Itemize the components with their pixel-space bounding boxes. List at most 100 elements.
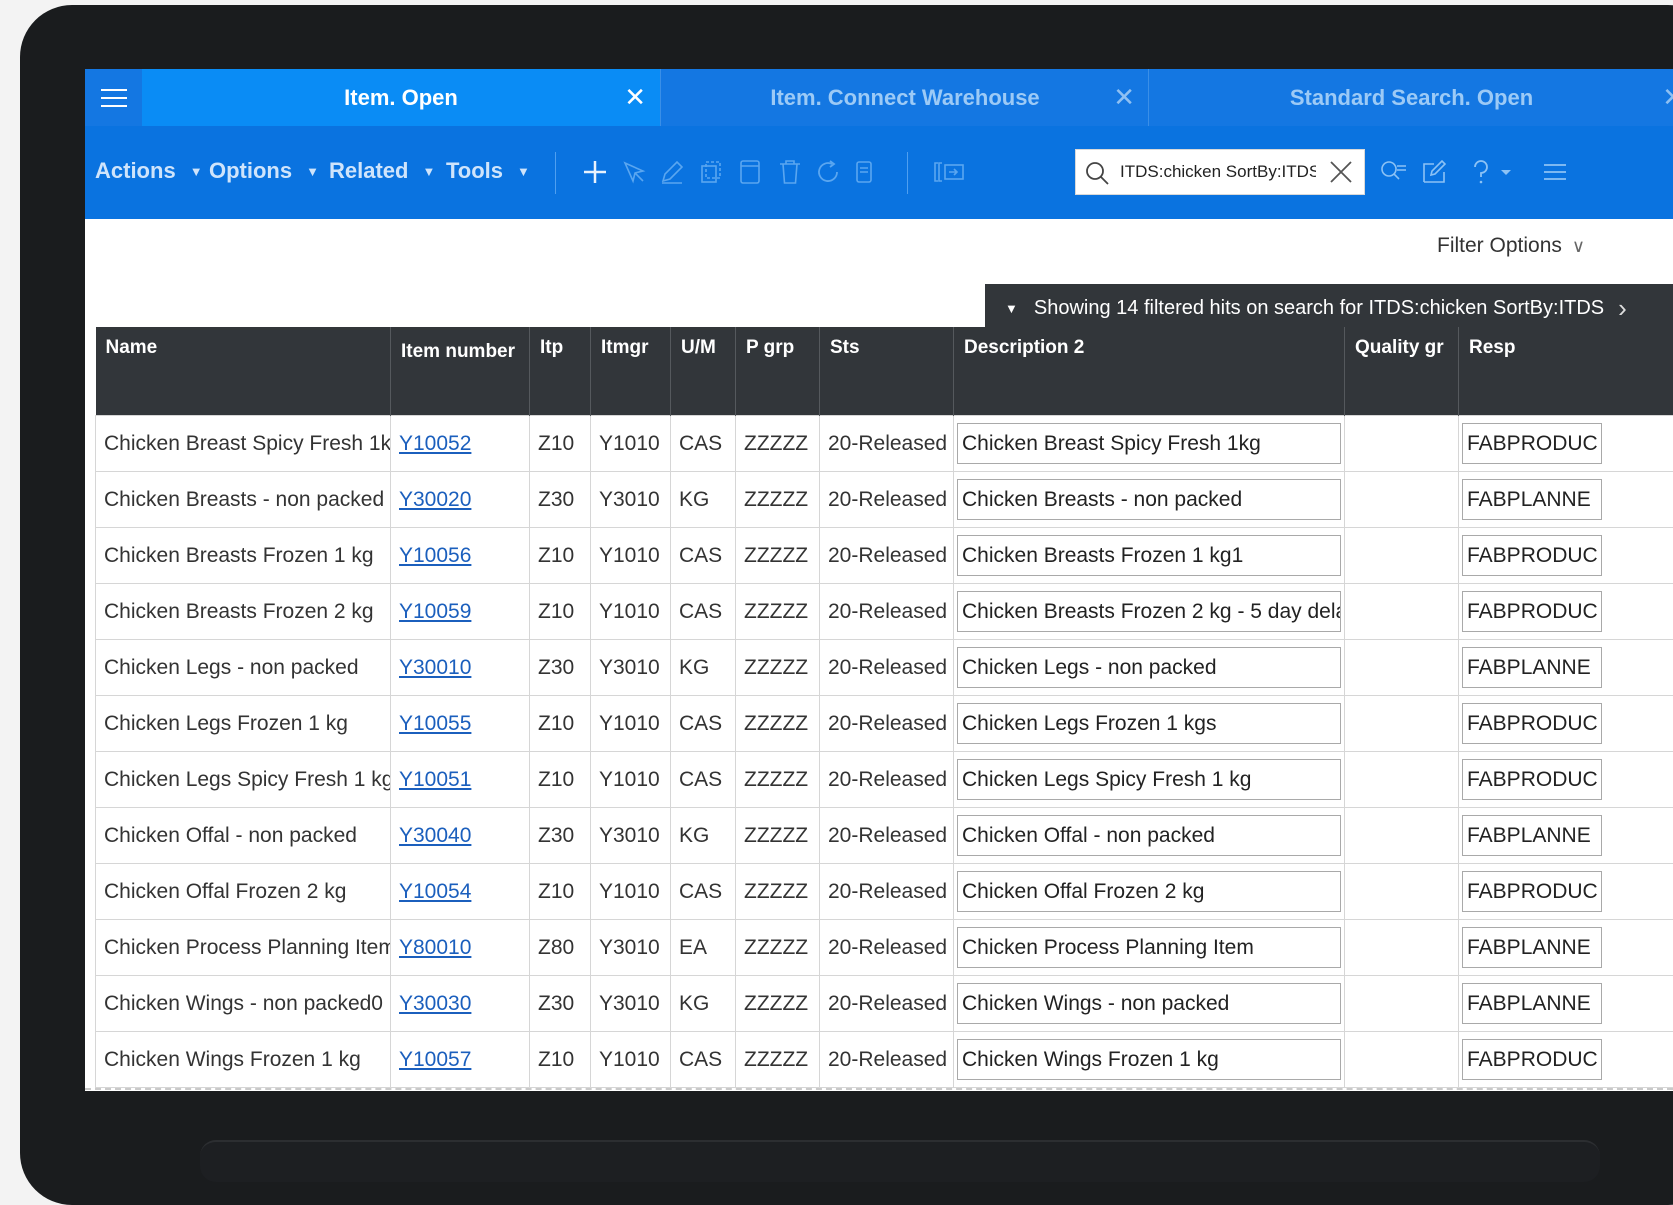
cell-sts[interactable]: 20-Released — [820, 808, 954, 864]
cell-quality-gr[interactable] — [1345, 752, 1459, 808]
table-row[interactable]: Chicken Breast Spicy Fresh 1kg Y10052 Z10Y… — [96, 416, 1673, 472]
description-2-field[interactable]: Chicken Offal - non packed — [957, 815, 1341, 856]
cell-itmgr[interactable]: Y3010 — [591, 920, 671, 976]
cell-sts[interactable]: 20-Released — [820, 976, 954, 1032]
table-row[interactable]: Chicken Legs Frozen 1 kgY10055Z10Y1010CA… — [96, 696, 1673, 752]
cell-pgrp[interactable]: ZZZZZ — [736, 640, 820, 696]
refresh-icon[interactable] — [811, 154, 845, 190]
item-number-link[interactable]: Y10056 — [399, 544, 471, 567]
item-number-link[interactable]: Y10057 — [399, 1048, 471, 1071]
cell-um[interactable]: KG — [671, 640, 736, 696]
cell-itp[interactable]: Z10 — [530, 416, 591, 472]
tab-item-connect-warehouse[interactable]: Item. Connect Warehouse ✕ — [660, 69, 1149, 126]
cell-sts[interactable]: 20-Released — [820, 920, 954, 976]
help-icon[interactable] — [1467, 154, 1517, 190]
cell-um[interactable]: KG — [671, 472, 736, 528]
menu-actions[interactable]: Actions ▼ — [95, 158, 203, 184]
cell-quality-gr[interactable] — [1345, 640, 1459, 696]
cell-itp[interactable]: Z10 — [530, 864, 591, 920]
clear-icon[interactable] — [1328, 159, 1354, 190]
trash-icon[interactable] — [773, 154, 807, 190]
cell-name[interactable]: Chicken Breast Spicy Fresh 1kg — [96, 416, 391, 472]
resp-field[interactable]: FABPRODUC — [1462, 1039, 1602, 1080]
cell-pgrp[interactable]: ZZZZZ — [736, 864, 820, 920]
cell-name[interactable]: Chicken Wings Frozen 1 kg — [96, 1032, 391, 1088]
cell-quality-gr[interactable] — [1345, 920, 1459, 976]
cell-sts[interactable]: 20-Released — [820, 528, 954, 584]
menu-options[interactable]: Options ▼ — [209, 158, 319, 184]
close-icon[interactable]: ✕ — [624, 83, 646, 111]
cell-pgrp[interactable]: ZZZZZ — [736, 472, 820, 528]
resp-field[interactable]: FABPRODUC — [1462, 535, 1602, 576]
cell-um[interactable]: CAS — [671, 864, 736, 920]
cell-itmgr[interactable]: Y1010 — [591, 1032, 671, 1088]
cell-pgrp[interactable]: ZZZZZ — [736, 528, 820, 584]
cell-sts[interactable]: 20-Released — [820, 696, 954, 752]
resp-field[interactable]: FABPRODUC — [1462, 871, 1602, 912]
item-number-link[interactable]: Y10055 — [399, 712, 471, 735]
cell-name[interactable]: Chicken Wings - non packed0 — [96, 976, 391, 1032]
description-2-field[interactable]: Chicken Breasts Frozen 2 kg - 5 day dela… — [957, 591, 1341, 632]
col-header-sts[interactable]: Sts — [820, 327, 954, 416]
description-2-field[interactable]: Chicken Legs Frozen 1 kgs — [957, 703, 1341, 744]
cell-name[interactable]: Chicken Legs Spicy Fresh 1 kg — [96, 752, 391, 808]
filter-options-toggle[interactable]: Filter Options∨ — [1437, 234, 1585, 258]
cell-um[interactable]: CAS — [671, 584, 736, 640]
menu-tools[interactable]: Tools ▼ — [446, 158, 530, 184]
cell-itmgr[interactable]: Y1010 — [591, 752, 671, 808]
cell-itp[interactable]: Z80 — [530, 920, 591, 976]
resp-field[interactable]: FABPRODUC — [1462, 423, 1602, 464]
table-row[interactable]: Chicken Breasts Frozen 2 kgY10059Z10Y101… — [96, 584, 1673, 640]
resp-field[interactable]: FABPLANNE — [1462, 983, 1602, 1024]
item-number-link[interactable]: Y10051 — [399, 768, 471, 791]
cell-sts[interactable]: 20-Released — [820, 472, 954, 528]
table-row[interactable]: Chicken Offal - non packed Y30040 Z30Y3010… — [96, 808, 1673, 864]
cell-itmgr[interactable]: Y3010 — [591, 976, 671, 1032]
cell-name[interactable]: Chicken Breasts Frozen 1 kg — [96, 528, 391, 584]
table-row[interactable]: Chicken Offal Frozen 2 kgY10054Z10Y1010C… — [96, 864, 1673, 920]
cell-quality-gr[interactable] — [1345, 976, 1459, 1032]
cell-um[interactable]: CAS — [671, 752, 736, 808]
col-header-um[interactable]: U/M — [671, 327, 736, 416]
item-number-link[interactable]: Y10054 — [399, 880, 471, 903]
cell-sts[interactable]: 20-Released — [820, 640, 954, 696]
menu-related[interactable]: Related ▼ — [329, 158, 435, 184]
close-icon[interactable]: ✕ — [1662, 83, 1673, 111]
item-number-link[interactable]: Y10059 — [399, 600, 471, 623]
col-header-item-number[interactable]: Item number — [391, 327, 530, 416]
cell-quality-gr[interactable] — [1345, 864, 1459, 920]
cell-itmgr[interactable]: Y3010 — [591, 640, 671, 696]
cell-um[interactable]: KG — [671, 808, 736, 864]
cell-pgrp[interactable]: ZZZZZ — [736, 920, 820, 976]
cell-itmgr[interactable]: Y3010 — [591, 808, 671, 864]
cell-pgrp[interactable]: ZZZZZ — [736, 808, 820, 864]
item-number-link[interactable]: Y10052 — [399, 432, 471, 455]
cell-pgrp[interactable]: ZZZZZ — [736, 584, 820, 640]
description-2-field[interactable]: Chicken Legs Spicy Fresh 1 kg — [957, 759, 1341, 800]
cell-sts[interactable]: 20-Released — [820, 864, 954, 920]
cell-um[interactable]: CAS — [671, 416, 736, 472]
item-number-link[interactable]: Y80010 — [399, 936, 471, 959]
panel-icon[interactable] — [933, 154, 967, 190]
hamburger-icon[interactable] — [1537, 154, 1571, 190]
col-header-quality-gr[interactable]: Quality gr — [1345, 327, 1459, 416]
item-number-link[interactable]: Y30040 — [399, 824, 471, 847]
cell-itmgr[interactable]: Y1010 — [591, 416, 671, 472]
cell-sts[interactable]: 20-Released — [820, 1032, 954, 1088]
filter-search-icon[interactable] — [1377, 154, 1411, 190]
cell-quality-gr[interactable] — [1345, 528, 1459, 584]
cell-itmgr[interactable]: Y1010 — [591, 528, 671, 584]
search-box[interactable] — [1075, 149, 1365, 195]
cell-um[interactable]: CAS — [671, 528, 736, 584]
description-2-field[interactable]: Chicken Breast Spicy Fresh 1kg — [957, 423, 1341, 464]
cell-name[interactable]: Chicken Legs - non packed — [96, 640, 391, 696]
resp-field[interactable]: FABPLANNE — [1462, 647, 1602, 688]
resp-field[interactable]: FABPRODUC — [1462, 703, 1602, 744]
cell-itp[interactable]: Z30 — [530, 808, 591, 864]
description-2-field[interactable]: Chicken Process Planning Item — [957, 927, 1341, 968]
search-input[interactable] — [1120, 158, 1316, 186]
cell-quality-gr[interactable] — [1345, 696, 1459, 752]
cell-itp[interactable]: Z10 — [530, 584, 591, 640]
col-header-itmgr[interactable]: Itmgr — [591, 327, 671, 416]
col-header-description-2[interactable]: Description 2 — [954, 327, 1345, 416]
